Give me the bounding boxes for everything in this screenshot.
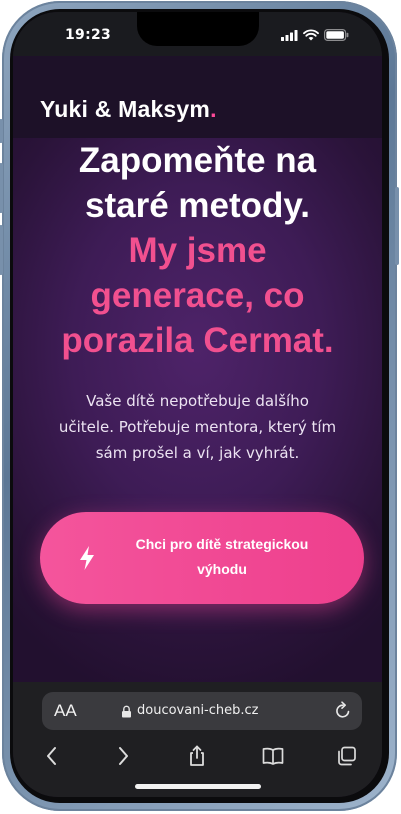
battery-icon (324, 29, 349, 41)
site-logo[interactable]: Yuki & Maksym. (40, 96, 217, 123)
home-indicator (135, 784, 261, 789)
hero-section: Zapomeňte na staré metody. My jsme gener… (13, 138, 382, 694)
share-icon[interactable] (185, 744, 209, 768)
headline-accent-line: generace, co (90, 276, 305, 315)
headline-accent-line: porazila Cermat. (61, 321, 334, 360)
hero-subtext: Vaše dítě nepotřebuje dalšího učitele. P… (13, 388, 382, 466)
status-time: 19:23 (65, 27, 112, 43)
cta-label-line: Chci pro dítě strategickou (135, 536, 309, 552)
power-button (395, 187, 399, 265)
bookmarks-icon[interactable] (261, 744, 285, 768)
status-bar: 19:23 (13, 12, 382, 56)
volume-up-button (0, 163, 3, 213)
url-text[interactable]: doucovani-cheb.cz (137, 703, 259, 718)
silent-switch (0, 119, 3, 143)
browser-toolbar (13, 736, 382, 776)
headline-line: staré metody. (85, 186, 310, 225)
wifi-icon (303, 29, 319, 41)
subtext-line: učitele. Potřebuje mentora, který tím (58, 418, 337, 436)
lightning-bolt-icon (80, 546, 94, 570)
status-icons (281, 29, 349, 41)
screen: 19:23 Yuki & Maksym. Zapomeňte na staré … (13, 12, 382, 797)
hero-headline: Zapomeňte na staré metody. My jsme gener… (13, 138, 382, 363)
reload-icon[interactable] (334, 701, 352, 720)
back-icon[interactable] (40, 744, 64, 768)
headline-line: Zapomeňte na (78, 141, 317, 180)
cta-label: Chci pro dítě strategickou výhodu (112, 532, 332, 582)
volume-down-button (0, 225, 3, 275)
lock-icon (122, 705, 131, 718)
notch (137, 12, 259, 46)
headline-accent-line: My jsme (128, 231, 267, 270)
signal-icon (281, 29, 298, 41)
subtext-line: Vaše dítě nepotřebuje dalšího (86, 392, 309, 410)
browser-chrome: AA doucovani-cheb.cz (13, 682, 382, 797)
subtext-line: sám prošel a ví, jak vyhrát. (95, 444, 300, 462)
text-size-button[interactable]: AA (54, 701, 77, 721)
tabs-icon[interactable] (335, 744, 359, 768)
cta-button[interactable]: Chci pro dítě strategickou výhodu (40, 512, 364, 604)
cta-label-line: výhodu (197, 561, 247, 577)
address-bar[interactable]: AA doucovani-cheb.cz (42, 692, 362, 730)
site-header: Yuki & Maksym. (13, 56, 382, 138)
logo-dot: . (210, 96, 217, 122)
forward-icon[interactable] (111, 744, 135, 768)
logo-text: Yuki & Maksym (40, 96, 211, 122)
